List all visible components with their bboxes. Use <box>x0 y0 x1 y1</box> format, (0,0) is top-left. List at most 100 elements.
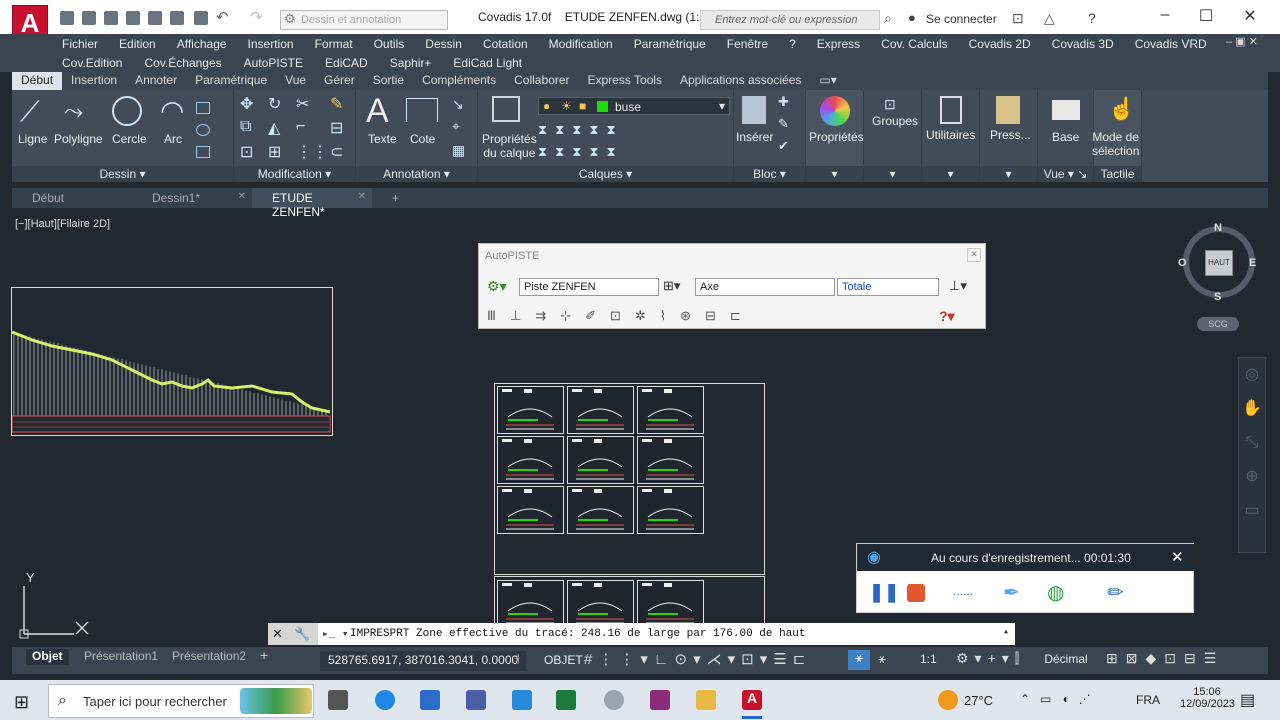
add-doc-tab-icon[interactable]: + <box>372 188 412 208</box>
signin-button[interactable]: Se connecter <box>926 12 997 26</box>
viewcube-top-face[interactable]: HAUT <box>1205 250 1233 276</box>
text-icon[interactable]: A <box>366 92 389 131</box>
clock[interactable]: 15:06 12/09/2023 <box>1180 686 1235 710</box>
polyline-button[interactable]: Polyligne <box>54 132 103 146</box>
store-icon[interactable] <box>420 690 440 710</box>
hand-pointer-icon[interactable]: ☝ <box>1108 96 1135 122</box>
bloc-title[interactable]: Bloc ▾ <box>734 166 805 182</box>
menu-15[interactable]: Covadis 3D <box>1052 37 1114 51</box>
ellipse-icon[interactable] <box>196 124 210 136</box>
mail-icon[interactable] <box>512 690 532 710</box>
workspace-toggles[interactable]: ⚙▾+▾⫿ <box>956 650 1025 667</box>
system-tray-icons[interactable]: ⌃▭◖⋰ <box>1020 692 1101 706</box>
ribbon-tab-3[interactable]: Paramétrique <box>186 72 276 90</box>
circle-button[interactable]: Cercle <box>112 132 147 146</box>
excel-icon[interactable] <box>556 690 576 710</box>
menu-7[interactable]: Cotation <box>483 37 528 51</box>
vehicle-icon[interactable]: ⚙▾ <box>487 278 507 295</box>
text-button[interactable]: Texte <box>368 132 397 146</box>
weather-temp[interactable]: 27°C <box>964 693 993 708</box>
ribbon-tab-7[interactable]: Compléments <box>413 72 505 90</box>
doc-tab-1[interactable]: Dessin1* ✕ <box>132 188 252 208</box>
sheet-thumbnail[interactable] <box>497 486 564 534</box>
menu-4[interactable]: Format <box>315 37 353 51</box>
menu-3[interactable]: Insertion <box>248 37 294 51</box>
close-button[interactable]: ✕ <box>1240 6 1260 26</box>
compass-east[interactable]: E <box>1249 257 1256 269</box>
app-icon[interactable] <box>604 690 624 710</box>
menu2-0[interactable]: Cov.Edition <box>62 56 122 70</box>
pen-icon[interactable]: ✒ <box>1003 580 1020 605</box>
utilitaires-expand[interactable]: ▾ <box>922 166 979 182</box>
tactile-title[interactable]: Tactile <box>1094 166 1141 182</box>
mirror-icon[interactable]: ◭ <box>268 118 280 138</box>
layer-properties-button[interactable]: Propriétés du calque <box>482 132 537 160</box>
minimize-button[interactable]: – <box>1155 6 1175 26</box>
dynamic-ucs-icon[interactable]: ⫲ <box>516 653 520 666</box>
insert-button[interactable]: Insérer <box>736 130 773 144</box>
road-icon[interactable]: ⊥▾ <box>949 278 967 294</box>
drafting-toggles[interactable]: #⋮⋮▾∟⊙▾⋌▾⊡▾☰⊏ <box>584 650 811 668</box>
ribbon-tab-8[interactable]: Collaborer <box>505 72 578 90</box>
redo-icon[interactable]: ↷ <box>250 8 263 26</box>
save-icon[interactable] <box>104 11 118 25</box>
add-layout-icon[interactable]: + <box>260 647 268 663</box>
groups-button[interactable]: Groupes <box>872 114 918 128</box>
table-icon[interactable]: ▦ <box>452 142 465 159</box>
copy-icon[interactable]: ⧉ <box>240 118 251 136</box>
wrench-icon[interactable]: 🔧 <box>294 626 310 642</box>
help-icon[interactable]: ? <box>1088 10 1096 26</box>
proprietes-expand[interactable]: ▾ <box>806 166 863 182</box>
rotate-icon[interactable]: ↻ <box>268 94 281 114</box>
base-button[interactable]: Base <box>1052 130 1079 144</box>
menu-6[interactable]: Dessin <box>425 37 462 51</box>
ribbon-toggle-icon[interactable]: ▭▾ <box>810 72 845 90</box>
menu2-2[interactable]: AutoPISTE <box>244 56 303 70</box>
coordinates-readout[interactable]: 528765.6917, 387016.3041, 0.0000 <box>320 651 527 671</box>
annotation-title[interactable]: Annotation ▾ <box>356 166 477 182</box>
create-block-icon[interactable]: ✚ <box>778 94 789 110</box>
circle-icon[interactable] <box>112 96 142 126</box>
covadis-icon[interactable] <box>650 690 670 710</box>
ribbon-tab-10[interactable]: Applications associées <box>671 72 810 90</box>
file-explorer-icon[interactable] <box>696 690 716 710</box>
edit-pencil-icon[interactable]: ✏ <box>1107 580 1124 605</box>
menu-13[interactable]: Cov. Calculs <box>881 37 947 51</box>
menu-8[interactable]: Modification <box>549 37 613 51</box>
autocad-taskbar-icon[interactable]: A <box>742 690 762 710</box>
menu2-3[interactable]: EdiCAD <box>325 56 368 70</box>
line-button[interactable]: Ligne <box>18 132 47 146</box>
webcam-icon[interactable]: ◍ <box>1047 580 1064 605</box>
dimension-button[interactable]: Cote <box>410 132 435 146</box>
notifications-icon[interactable]: ▤ <box>1240 690 1255 710</box>
auto-scale-icon[interactable]: ⚹ <box>878 651 886 667</box>
explode-icon[interactable]: ⊟ <box>330 118 343 138</box>
menu-12[interactable]: Express <box>817 37 860 51</box>
ribbon-tab-4[interactable]: Vue <box>276 72 315 90</box>
doc-tab-2[interactable]: ETUDE ZENFEN* ✕ <box>252 188 372 219</box>
menu-0[interactable]: Fichier <box>62 37 98 51</box>
save-as-icon[interactable] <box>126 11 140 25</box>
offset-icon[interactable]: ⊂ <box>330 142 343 162</box>
dessin-title[interactable]: Dessin ▾ <box>12 166 233 182</box>
ribbon-tab-9[interactable]: Express Tools <box>578 72 670 90</box>
tab-presentation2[interactable]: Présentation2 <box>166 649 252 665</box>
sheet-thumbnail[interactable] <box>637 580 704 624</box>
language-indicator[interactable]: FRA <box>1136 693 1160 707</box>
menu2-1[interactable]: Cov.Échanges <box>144 56 221 70</box>
annotation-visibility-icon[interactable]: ⚹ <box>848 650 870 670</box>
new-file-icon[interactable] <box>60 11 74 25</box>
clipboard-button[interactable]: Press... <box>990 128 1031 142</box>
ribbon-tab-1[interactable]: Insertion <box>62 72 126 90</box>
menu-11[interactable]: ? <box>789 37 796 51</box>
doc-tab-close-icon[interactable]: ✕ <box>238 191 246 202</box>
ribbon-tab-2[interactable]: Annoter <box>126 72 186 90</box>
command-close-icon[interactable]: ✕ <box>272 626 283 642</box>
workspace-select[interactable]: Dessin et annotation <box>280 10 448 30</box>
compass-south[interactable]: S <box>1214 291 1221 303</box>
menu2-5[interactable]: EdiCad Light <box>453 56 522 70</box>
vue-title[interactable]: Vue ▾ ↘ <box>1038 166 1093 182</box>
windows-start-icon[interactable]: ⊞ <box>14 692 29 713</box>
presse-expand[interactable]: ▾ <box>980 166 1037 182</box>
properties-icon[interactable] <box>820 96 850 126</box>
